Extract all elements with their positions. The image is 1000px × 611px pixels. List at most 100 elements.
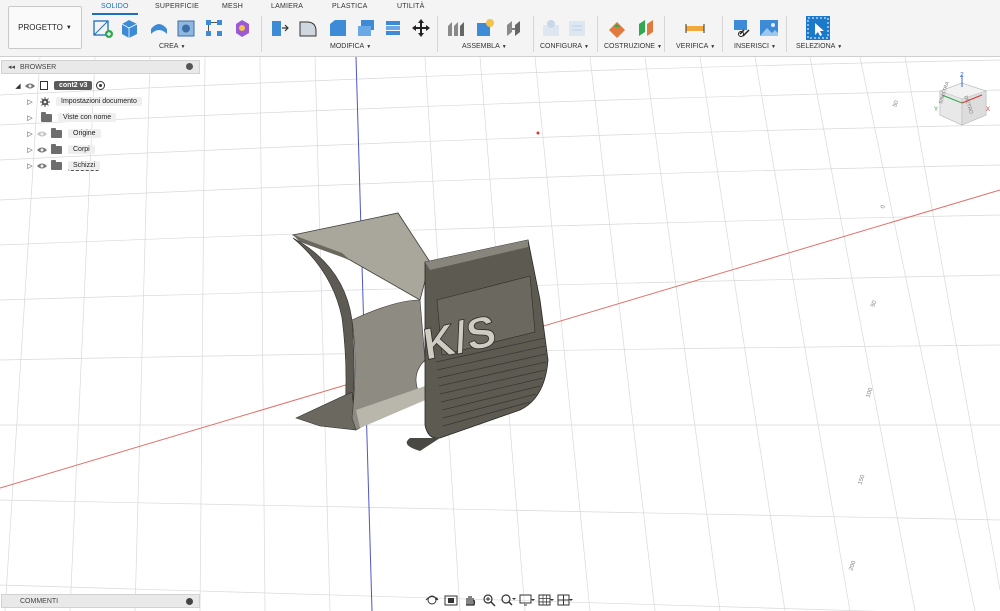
group-seleziona[interactable]: SELEZIONA ▼ bbox=[796, 43, 842, 50]
display-settings-icon[interactable] bbox=[519, 593, 535, 607]
grid-settings-icon[interactable] bbox=[538, 593, 554, 607]
group-assembla[interactable]: ASSEMBLA ▼ bbox=[462, 43, 507, 50]
browser-item-origin[interactable]: ▷ Origine bbox=[26, 127, 101, 140]
visibility-eye-icon[interactable] bbox=[36, 162, 48, 170]
toolbar: PROGETTO ▼ SOLIDO SUPERFICIE MESH LAMIER… bbox=[0, 0, 1000, 57]
viewcube-x-label: X bbox=[986, 107, 991, 113]
viewcube-z-label: Z bbox=[960, 73, 964, 79]
chevron-down-icon: ▼ bbox=[710, 44, 716, 50]
new-component-icon[interactable] bbox=[445, 17, 467, 39]
pin-icon[interactable] bbox=[186, 63, 193, 70]
plane-at-angle-icon[interactable] bbox=[635, 17, 657, 39]
group-modifica[interactable]: MODIFICA ▼ bbox=[330, 43, 371, 50]
tab-plastica[interactable]: PLASTICA bbox=[332, 3, 367, 10]
group-crea-label: CREA bbox=[159, 43, 179, 50]
group-inserisci[interactable]: INSERISCI ▼ bbox=[734, 43, 776, 50]
chevron-down-icon: ▼ bbox=[501, 44, 507, 50]
browser-item-label: Impostazioni documento bbox=[56, 97, 142, 106]
visibility-eye-icon[interactable] bbox=[36, 146, 48, 154]
tab-mesh[interactable]: MESH bbox=[222, 3, 243, 10]
browser-root-row[interactable]: ◢ cont2 v3 bbox=[14, 79, 106, 92]
tab-lamiera[interactable]: LAMIERA bbox=[271, 3, 303, 10]
revolve-icon[interactable] bbox=[148, 17, 170, 39]
extrude-icon[interactable] bbox=[118, 17, 140, 39]
configure-rules-icon[interactable] bbox=[566, 17, 588, 39]
document-name[interactable]: cont2 v3 bbox=[54, 81, 93, 90]
chevron-down-icon: ▼ bbox=[656, 44, 662, 50]
group-inserisci-label: INSERISCI bbox=[734, 43, 770, 50]
chevron-down-icon: ▼ bbox=[366, 44, 372, 50]
viewcube[interactable]: Z Y X SINISTRA DIETRO bbox=[932, 73, 992, 129]
viewcube-y-label: Y bbox=[934, 107, 939, 113]
activate-radio-icon[interactable] bbox=[96, 81, 106, 90]
model-body[interactable] bbox=[291, 212, 549, 451]
collapse-icon[interactable]: ◂◂ bbox=[8, 63, 15, 71]
press-pull-icon[interactable] bbox=[268, 17, 290, 39]
comments-title: COMMENTI bbox=[20, 597, 59, 605]
browser-panel-header[interactable]: ◂◂ BROWSER bbox=[1, 60, 200, 74]
expand-triangle-icon[interactable]: ▷ bbox=[26, 98, 34, 106]
chevron-down-icon: ▼ bbox=[837, 44, 843, 50]
measure-icon[interactable] bbox=[684, 17, 706, 39]
pan-hand-icon[interactable] bbox=[462, 593, 478, 607]
browser-title: BROWSER bbox=[20, 63, 57, 71]
browser-item-named-views[interactable]: ▷ Viste con nome bbox=[26, 111, 117, 124]
group-verifica-label: VERIFICA bbox=[676, 43, 709, 50]
zoom-icon[interactable] bbox=[481, 593, 497, 607]
offset-plane-icon[interactable] bbox=[606, 17, 628, 39]
group-verifica[interactable]: VERIFICA ▼ bbox=[676, 43, 715, 50]
divider bbox=[664, 16, 665, 52]
select-icon[interactable] bbox=[805, 15, 831, 41]
as-built-joint-icon[interactable] bbox=[503, 17, 525, 39]
collapse-triangle-icon[interactable]: ◢ bbox=[14, 82, 22, 90]
expand-triangle-icon[interactable]: ▷ bbox=[26, 162, 34, 170]
viewports-icon[interactable] bbox=[557, 593, 573, 607]
expand-triangle-icon[interactable]: ▷ bbox=[26, 130, 34, 138]
pattern-icon[interactable] bbox=[203, 17, 225, 39]
group-configura[interactable]: CONFIGURA ▼ bbox=[540, 43, 589, 50]
browser-item-sketches[interactable]: ▷ Schizzi bbox=[26, 159, 101, 172]
fillet-icon[interactable] bbox=[297, 17, 319, 39]
look-at-icon[interactable] bbox=[443, 593, 459, 607]
hole-icon[interactable] bbox=[175, 17, 197, 39]
insert-image-icon[interactable] bbox=[758, 17, 780, 39]
group-crea[interactable]: CREA ▼ bbox=[159, 43, 185, 50]
add-comment-icon[interactable] bbox=[186, 598, 193, 605]
browser-item-label: Viste con nome bbox=[58, 113, 117, 122]
expand-triangle-icon[interactable]: ▷ bbox=[26, 146, 34, 154]
browser-item-label: Origine bbox=[68, 129, 101, 138]
browser-item-label: Schizzi bbox=[68, 160, 101, 171]
canvas-viewport[interactable]: K/S 50 0 50 100 150 200 bbox=[0, 57, 1000, 611]
comments-panel-header[interactable]: COMMENTI bbox=[1, 594, 200, 608]
folder-icon bbox=[51, 127, 62, 138]
browser-item-document-settings[interactable]: ▷ Impostazioni documento bbox=[26, 95, 142, 108]
orbit-icon[interactable] bbox=[424, 593, 440, 607]
folder-icon bbox=[51, 143, 62, 154]
fit-zoom-dropdown-icon[interactable] bbox=[500, 593, 516, 607]
new-sketch-icon[interactable] bbox=[92, 17, 114, 39]
navigation-bar bbox=[424, 592, 584, 608]
combine-icon[interactable] bbox=[382, 17, 404, 39]
create-form-icon[interactable] bbox=[231, 17, 253, 39]
tab-utilita[interactable]: UTILITÀ bbox=[397, 3, 424, 10]
chevron-down-icon: ▼ bbox=[584, 44, 589, 50]
expand-triangle-icon[interactable]: ▷ bbox=[26, 114, 34, 122]
move-icon[interactable] bbox=[410, 17, 432, 39]
divider bbox=[597, 16, 598, 52]
active-tab-indicator bbox=[92, 13, 138, 15]
tab-solido[interactable]: SOLIDO bbox=[101, 3, 129, 10]
hidden-eye-icon[interactable] bbox=[36, 130, 48, 138]
chamfer-icon[interactable] bbox=[327, 17, 349, 39]
insert-derive-icon[interactable] bbox=[731, 17, 753, 39]
document-icon bbox=[40, 81, 48, 90]
shell-icon[interactable] bbox=[355, 17, 377, 39]
chevron-down-icon: ▼ bbox=[180, 44, 186, 50]
configure-table-icon[interactable] bbox=[540, 17, 562, 39]
gear-icon bbox=[40, 96, 50, 107]
group-costruzione[interactable]: COSTRUZIONE ▼ bbox=[604, 43, 662, 50]
visibility-eye-icon[interactable] bbox=[24, 82, 36, 90]
browser-item-bodies[interactable]: ▷ Corpi bbox=[26, 143, 95, 156]
joint-icon[interactable] bbox=[474, 17, 496, 39]
tab-superficie[interactable]: SUPERFICIE bbox=[155, 3, 199, 10]
project-button[interactable]: PROGETTO ▼ bbox=[8, 6, 82, 49]
